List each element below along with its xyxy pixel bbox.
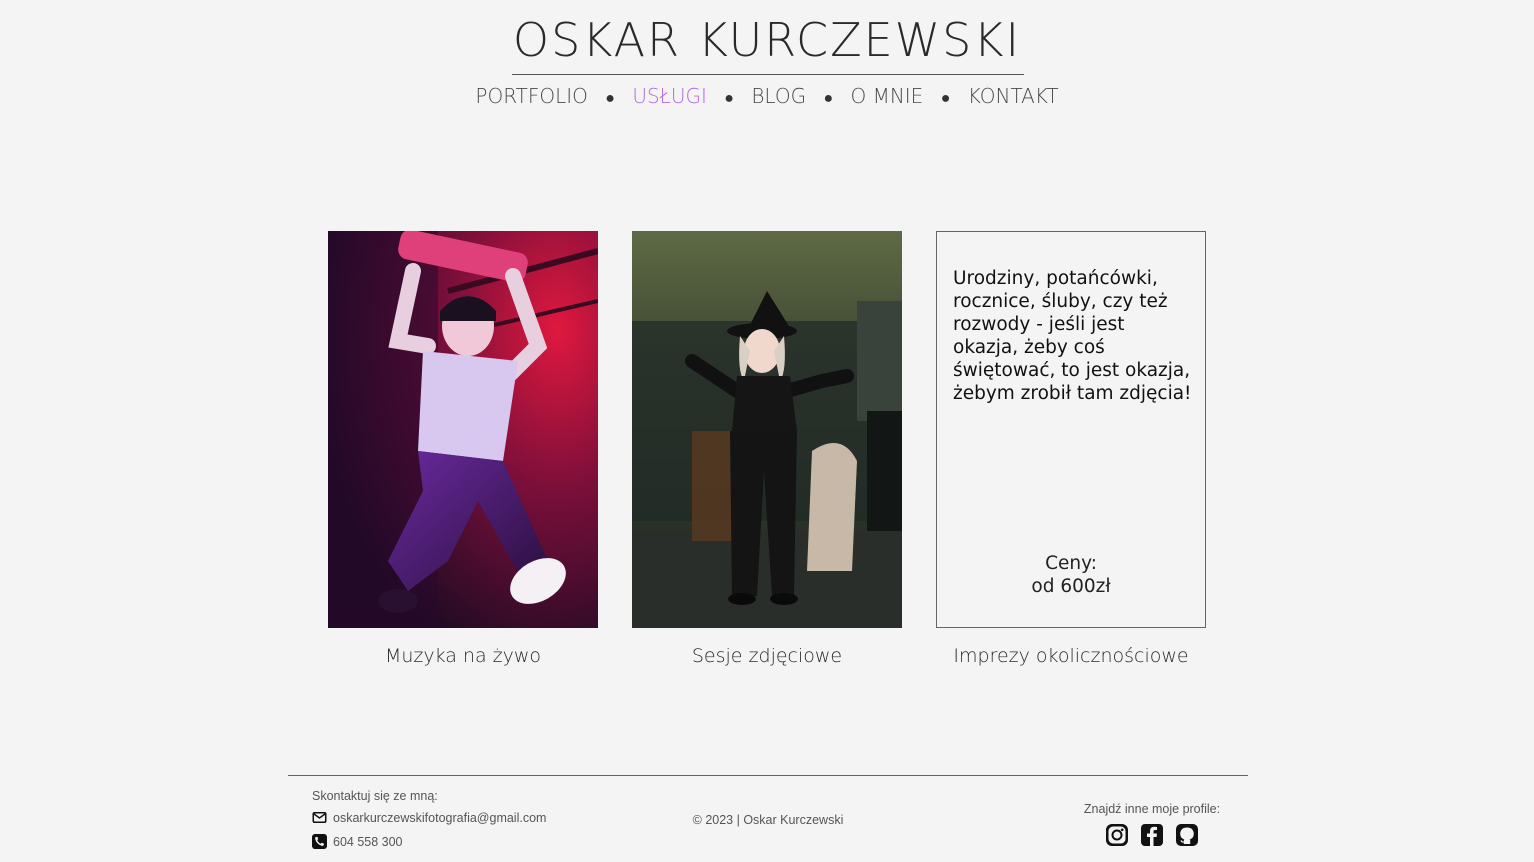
nav-separator: ● <box>605 88 615 107</box>
nav-separator: ● <box>940 88 951 107</box>
profiles-heading: Znajdź inne moje profile: <box>1083 802 1221 816</box>
nav-separator: ● <box>823 88 834 107</box>
contact-heading: Skontaktuj się ze mną: <box>312 789 438 803</box>
phone-icon <box>312 834 327 849</box>
contact-phone-text[interactable]: 604 558 300 <box>333 835 403 849</box>
nav-item-blog[interactable]: BLOG <box>751 84 806 108</box>
main-nav: PORTFOLIO ● USŁUGI ● BLOG ● O MNIE ● KON… <box>0 82 1534 112</box>
service-caption-events: Imprezy okolicznościowe <box>953 645 1189 667</box>
price-value: od 600zł <box>1031 576 1111 597</box>
price-label: Ceny: <box>1045 553 1097 574</box>
service-card-events[interactable]: Urodziny, potańcówki, rocznice, śluby, c… <box>936 231 1206 628</box>
contact-phone[interactable]: 604 558 300 <box>312 834 403 849</box>
service-card-live-music[interactable] <box>328 231 598 628</box>
nav-separator: ● <box>724 88 734 107</box>
service-description: Urodziny, potańcówki, rocznice, śluby, c… <box>953 268 1192 404</box>
nav-item-o-mnie[interactable]: O MNIE <box>850 84 923 108</box>
service-price: Ceny: od 600zł <box>937 552 1205 598</box>
footer-divider <box>288 775 1248 776</box>
facebook-icon[interactable] <box>1140 823 1164 847</box>
site-title[interactable]: OSKAR KURCZEWSKI <box>0 12 1534 68</box>
witch-costume-portrait-photo <box>632 231 902 628</box>
nav-item-portfolio[interactable]: PORTFOLIO <box>475 84 588 108</box>
nav-item-kontakt[interactable]: KONTAKT <box>968 84 1059 108</box>
title-divider <box>512 74 1024 75</box>
service-caption-photo-sessions: Sesje zdjęciowe <box>691 645 843 667</box>
concert-performer-photo <box>328 231 598 628</box>
service-card-photo-sessions[interactable] <box>632 231 902 628</box>
github-icon[interactable] <box>1175 823 1199 847</box>
service-caption-live-music: Muzyka na żywo <box>384 645 542 667</box>
nav-item-uslugi[interactable]: USŁUGI <box>632 84 707 108</box>
instagram-icon[interactable] <box>1105 823 1129 847</box>
copyright: © 2023 | Oskar Kurczewski <box>692 813 844 827</box>
